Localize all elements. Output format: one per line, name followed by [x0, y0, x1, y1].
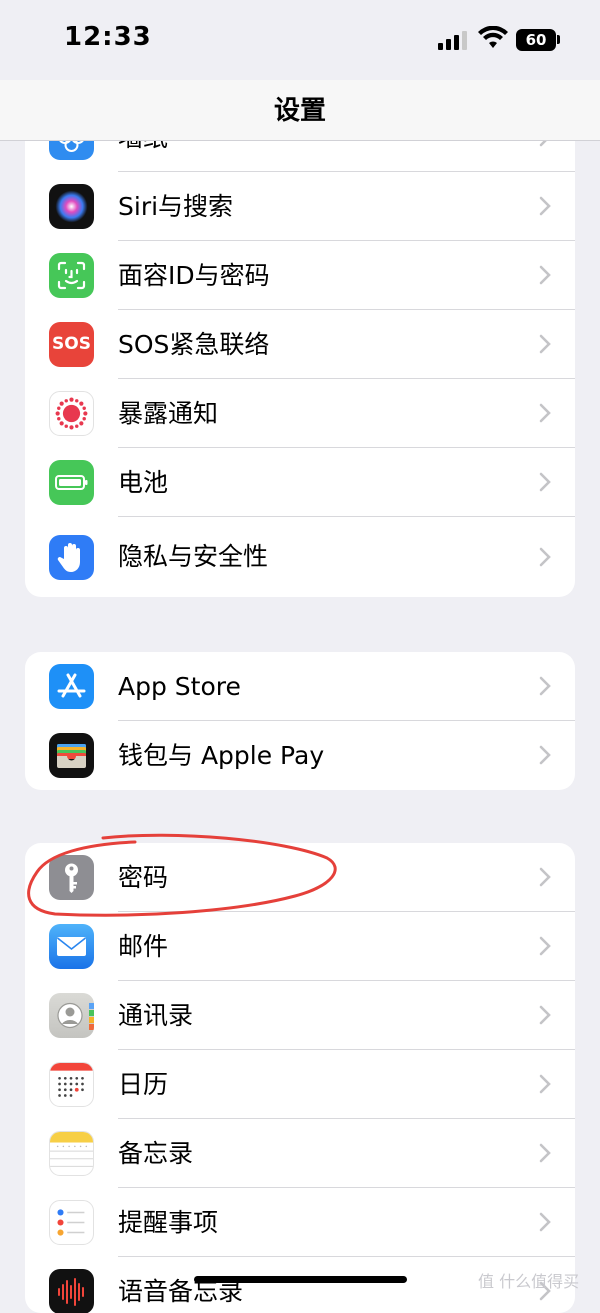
settings-row-reminders[interactable]: 提醒事项 — [25, 1188, 575, 1257]
wallet-icon — [49, 733, 94, 778]
settings-row-label: 备忘录 — [118, 1139, 194, 1168]
settings-row-wallet[interactable]: 钱包与 Apple Pay — [25, 721, 575, 790]
settings-row-label: 电池 — [118, 468, 169, 497]
chevron-right-icon — [539, 867, 551, 887]
status-bar: 12:33 60 — [0, 0, 600, 80]
chevron-right-icon — [539, 1074, 551, 1094]
settings-row-label: 提醒事项 — [118, 1208, 219, 1237]
settings-row-sos[interactable]: SOS SOS紧急联络 — [25, 310, 575, 379]
settings-row-label: 暴露通知 — [118, 399, 219, 428]
settings-row-label: Siri与搜索 — [118, 192, 234, 221]
settings-row-exposure[interactable]: 暴露通知 — [25, 379, 575, 448]
watermark: 值 什么值得买 — [478, 1272, 580, 1291]
settings-row-battery[interactable]: 电池 — [25, 448, 575, 517]
chevron-right-icon — [539, 403, 551, 423]
calendar-icon — [49, 1062, 94, 1107]
settings-row-label: SOS紧急联络 — [118, 330, 270, 359]
mail-icon — [49, 924, 94, 969]
notes-icon — [49, 1131, 94, 1176]
key-icon — [49, 855, 94, 900]
settings-row-passwords[interactable]: 密码 — [25, 843, 575, 912]
navigation-bar: 设置 — [0, 80, 600, 141]
settings-row-mail[interactable]: 邮件 — [25, 912, 575, 981]
settings-row-label: 钱包与 Apple Pay — [118, 741, 325, 770]
settings-row-label: 密码 — [118, 863, 169, 892]
battery-indicator: 60 — [516, 29, 556, 51]
settings-row-label: 面容ID与密码 — [118, 261, 270, 290]
reminders-icon — [49, 1200, 94, 1245]
chevron-right-icon — [539, 745, 551, 765]
settings-row-app-store[interactable]: App Store — [25, 652, 575, 721]
settings-row-privacy[interactable]: 隐私与安全性 — [25, 517, 575, 597]
chevron-right-icon — [539, 936, 551, 956]
voice-memos-icon — [49, 1269, 94, 1313]
exposure-notification-icon — [49, 391, 94, 436]
chevron-right-icon — [539, 1143, 551, 1163]
settings-row-contacts[interactable]: 通讯录 — [25, 981, 575, 1050]
wifi-icon — [478, 26, 508, 48]
settings-row-label: 日历 — [118, 1070, 169, 1099]
settings-row-label: 通讯录 — [118, 1001, 194, 1030]
siri-icon — [49, 184, 94, 229]
settings-row-label: 隐私与安全性 — [118, 542, 269, 571]
settings-row-face-id[interactable]: 面容ID与密码 — [25, 241, 575, 310]
settings-group-3: 密码 邮件 通讯录 日历 备忘录 提醒事项 语音备忘录 — [25, 843, 575, 1313]
contacts-icon — [49, 993, 94, 1038]
status-time: 12:33 — [64, 22, 152, 52]
sos-icon-text: SOS — [52, 334, 91, 354]
settings-group-2: App Store 钱包与 Apple Pay — [25, 652, 575, 790]
settings-row-calendar[interactable]: 日历 — [25, 1050, 575, 1119]
chevron-right-icon — [539, 196, 551, 216]
battery-icon — [49, 460, 94, 505]
chevron-right-icon — [539, 1212, 551, 1232]
settings-row-label: App Store — [118, 672, 241, 701]
battery-tip — [557, 35, 560, 44]
page-title: 设置 — [273, 96, 326, 126]
cellular-signal-icon — [438, 31, 467, 50]
settings-row-label: 邮件 — [118, 932, 169, 961]
settings-row-label: 语音备忘录 — [118, 1277, 244, 1306]
sos-icon: SOS — [49, 322, 94, 367]
chevron-right-icon — [539, 676, 551, 696]
chevron-right-icon — [539, 1005, 551, 1025]
face-id-icon — [49, 253, 94, 298]
chevron-right-icon — [539, 547, 551, 567]
settings-group-1: 墙纸 Siri与搜索 面容ID与密码 SOS SOS紧急联络 暴露通知 — [25, 103, 575, 597]
app-store-icon — [49, 664, 94, 709]
chevron-right-icon — [539, 472, 551, 492]
privacy-hand-icon — [49, 535, 94, 580]
chevron-right-icon — [539, 334, 551, 354]
home-indicator[interactable] — [194, 1276, 407, 1283]
settings-row-notes[interactable]: 备忘录 — [25, 1119, 575, 1188]
settings-row-siri[interactable]: Siri与搜索 — [25, 172, 575, 241]
chevron-right-icon — [539, 265, 551, 285]
